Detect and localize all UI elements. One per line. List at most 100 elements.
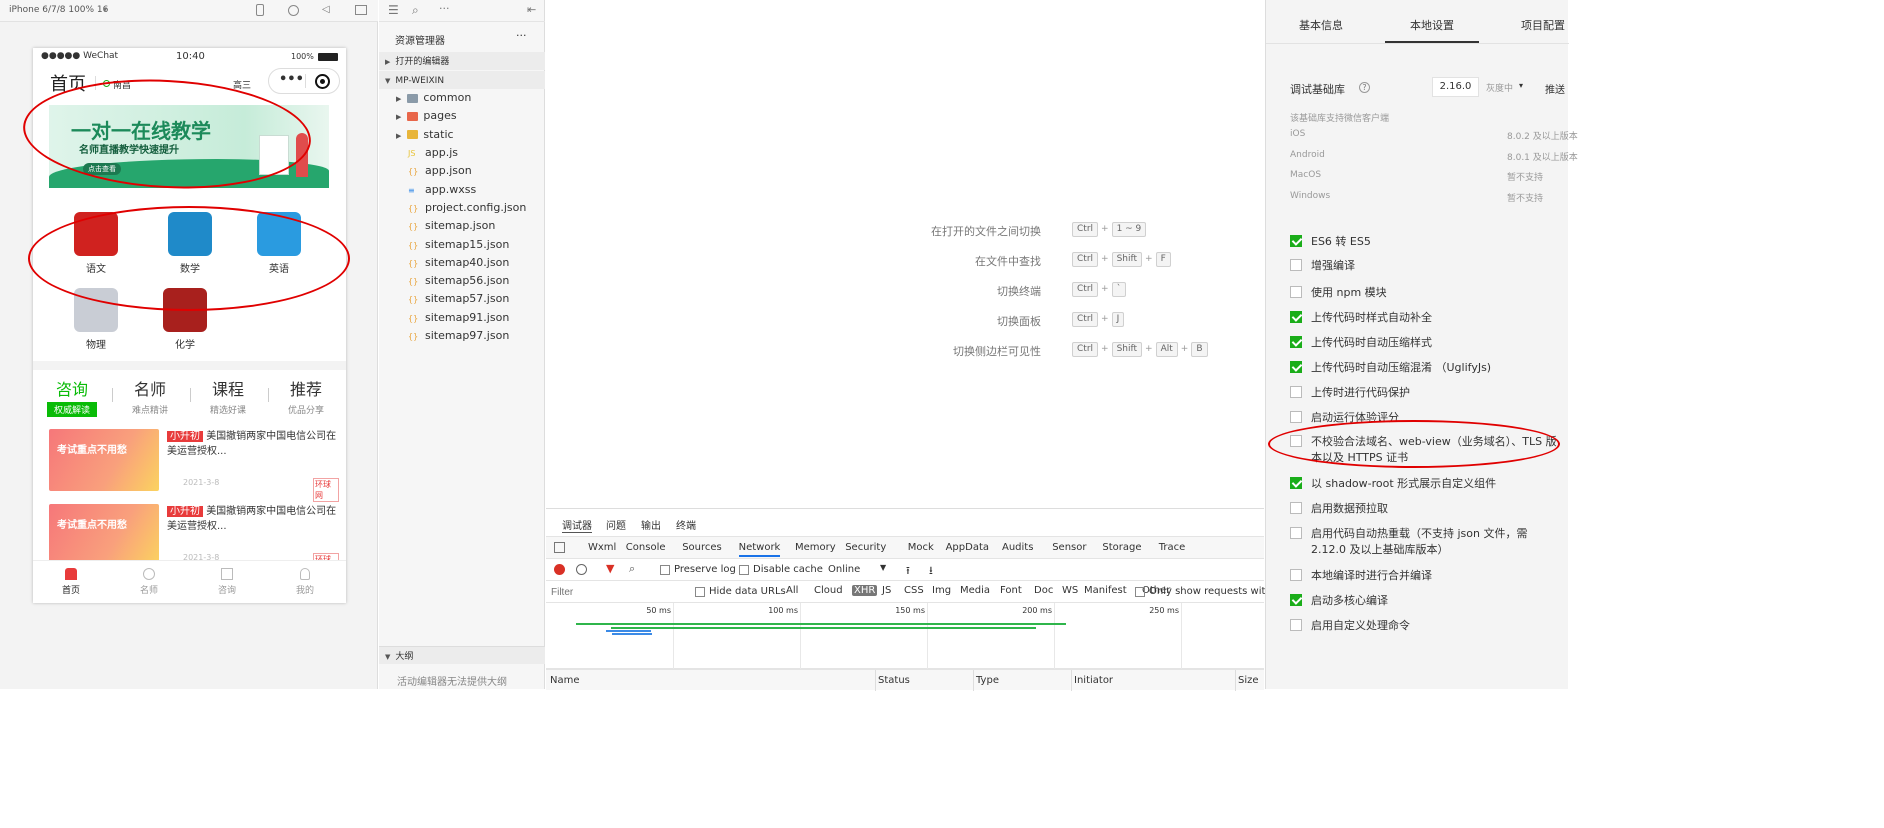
more-icon[interactable]: •••: [279, 72, 304, 87]
column-status[interactable]: Status: [878, 675, 910, 686]
tab-terminal[interactable]: 终端: [676, 517, 696, 532]
panel-tab[interactable]: Audits: [1002, 542, 1033, 553]
tab-local-settings[interactable]: 本地设置: [1410, 17, 1454, 33]
checkbox-unchecked[interactable]: [1290, 527, 1302, 539]
inspect-icon[interactable]: [554, 542, 565, 553]
explorer-more-button[interactable]: ···: [516, 29, 527, 42]
panel-tab[interactable]: AppData: [946, 542, 989, 553]
filter-icon[interactable]: ▼: [606, 562, 614, 575]
panel-tab[interactable]: Sensor: [1052, 542, 1086, 553]
tabbar-teacher[interactable]: 名师: [119, 566, 179, 596]
panel-tab[interactable]: Console: [626, 542, 666, 553]
checkbox-unchecked[interactable]: [1290, 502, 1302, 514]
panel-tab[interactable]: Memory: [795, 542, 836, 553]
upload-icon[interactable]: ⭱: [906, 562, 910, 581]
filter-type-button[interactable]: Media: [958, 585, 992, 596]
panel-tab[interactable]: Storage: [1102, 542, 1141, 553]
only-show-checkbox[interactable]: [1135, 587, 1145, 597]
checkbox-unchecked[interactable]: [1290, 386, 1302, 398]
tab-output[interactable]: 输出: [641, 517, 661, 532]
filter-input[interactable]: [548, 584, 686, 600]
checkbox-unchecked[interactable]: [1290, 569, 1302, 581]
panel-tab[interactable]: Network: [738, 542, 781, 557]
tab-problems[interactable]: 问题: [606, 517, 626, 532]
tab-debugger[interactable]: 调试器: [562, 517, 592, 533]
panel-tab[interactable]: Wxml: [588, 542, 616, 553]
project-section[interactable]: ▼ MP-WEIXIN: [379, 71, 545, 89]
checkbox-checked[interactable]: [1290, 336, 1302, 348]
filter-type-button[interactable]: XHR: [852, 585, 878, 596]
checkbox-checked[interactable]: [1290, 235, 1302, 247]
column-initiator[interactable]: Initiator: [1074, 675, 1113, 686]
checkbox-unchecked[interactable]: [1290, 411, 1302, 423]
search-icon[interactable]: ⌕: [629, 562, 635, 576]
filter-type-button[interactable]: Font: [998, 585, 1024, 596]
clear-icon[interactable]: [576, 564, 587, 575]
tabbar-consult[interactable]: 咨询: [197, 566, 257, 596]
hide-data-urls-checkbox[interactable]: [695, 587, 705, 597]
panel-tab[interactable]: Sources: [682, 542, 722, 553]
column-size[interactable]: Size: [1238, 675, 1259, 686]
tab-recommend[interactable]: 推荐 优品分享: [271, 376, 341, 416]
checkbox-unchecked[interactable]: [1290, 259, 1302, 271]
checkbox-checked[interactable]: [1290, 594, 1302, 606]
open-editors-section[interactable]: ▶ 打开的编辑器: [379, 52, 545, 70]
panel-tab[interactable]: Trace: [1159, 542, 1186, 553]
push-button[interactable]: 推送: [1545, 81, 1565, 96]
folder-item[interactable]: ▶ pages: [379, 107, 545, 125]
help-icon[interactable]: ?: [1359, 82, 1370, 93]
outline-section[interactable]: ▼ 大纲: [379, 646, 545, 664]
collapse-icon[interactable]: ⇤: [527, 3, 536, 16]
file-item[interactable]: {} sitemap56.json: [379, 272, 545, 290]
file-item[interactable]: {} sitemap57.json: [379, 290, 545, 308]
record-icon[interactable]: [288, 5, 299, 16]
phone-icon[interactable]: [256, 4, 264, 16]
tab-project-config[interactable]: 项目配置: [1521, 17, 1565, 33]
filter-type-button[interactable]: Cloud: [812, 585, 845, 596]
file-item[interactable]: {} sitemap91.json: [379, 309, 545, 327]
download-icon[interactable]: ⭳: [929, 562, 933, 581]
more-icon[interactable]: ···: [439, 2, 450, 15]
file-item[interactable]: {} sitemap15.json: [379, 236, 545, 254]
throttle-select[interactable]: Online: [828, 564, 860, 575]
checkbox-unchecked[interactable]: [1290, 619, 1302, 631]
disable-cache-checkbox[interactable]: [739, 565, 749, 575]
device-selector[interactable]: iPhone 6/7/8 100% 16: [9, 5, 108, 15]
record-icon[interactable]: [554, 564, 565, 575]
filter-type-button[interactable]: WS: [1060, 585, 1080, 596]
panel-tab[interactable]: Security: [845, 542, 886, 553]
checkbox-checked[interactable]: [1290, 477, 1302, 489]
panel-tab[interactable]: Mock: [908, 542, 934, 553]
search-icon[interactable]: ⌕: [412, 3, 419, 18]
checkbox-unchecked[interactable]: [1290, 286, 1302, 298]
file-item[interactable]: {} sitemap40.json: [379, 254, 545, 272]
file-item[interactable]: {} sitemap97.json: [379, 327, 545, 345]
filter-type-button[interactable]: CSS: [902, 585, 926, 596]
tab-consult[interactable]: 咨询 权威解读: [37, 376, 107, 417]
filter-type-button[interactable]: Doc: [1032, 585, 1055, 596]
close-app-icon[interactable]: [315, 74, 330, 89]
preserve-log-checkbox[interactable]: [660, 565, 670, 575]
filter-type-button[interactable]: Manifest: [1082, 585, 1129, 596]
tab-course[interactable]: 课程 精选好课: [193, 376, 263, 416]
gray-release-select[interactable]: 灰度中: [1486, 81, 1513, 94]
list-item[interactable]: 考试重点不用愁 小升初 美国撤销两家中国电信公司在美运营授权... 2021-3…: [49, 429, 339, 502]
column-name[interactable]: Name: [550, 675, 580, 686]
file-item[interactable]: JS app.js: [379, 144, 545, 162]
folder-item[interactable]: ▶ static: [379, 126, 545, 144]
file-item[interactable]: {} project.config.json: [379, 199, 545, 217]
file-item[interactable]: {} sitemap.json: [379, 217, 545, 235]
checkbox-checked[interactable]: [1290, 311, 1302, 323]
filter-type-button[interactable]: JS: [880, 585, 893, 596]
tabbar-mine[interactable]: 我的: [275, 566, 335, 596]
base-lib-version[interactable]: 2.16.0: [1432, 77, 1479, 97]
file-item[interactable]: {} app.json: [379, 162, 545, 180]
volume-icon[interactable]: ◁: [322, 4, 330, 15]
tab-teacher[interactable]: 名师 难点精讲: [115, 376, 185, 416]
window-icon[interactable]: [355, 5, 367, 15]
folder-item[interactable]: ▶ common: [379, 89, 545, 107]
tab-basic-info[interactable]: 基本信息: [1299, 17, 1343, 33]
list-icon[interactable]: ☰: [388, 3, 399, 17]
column-type[interactable]: Type: [976, 675, 999, 686]
file-item[interactable]: ≡ app.wxss: [379, 181, 545, 199]
